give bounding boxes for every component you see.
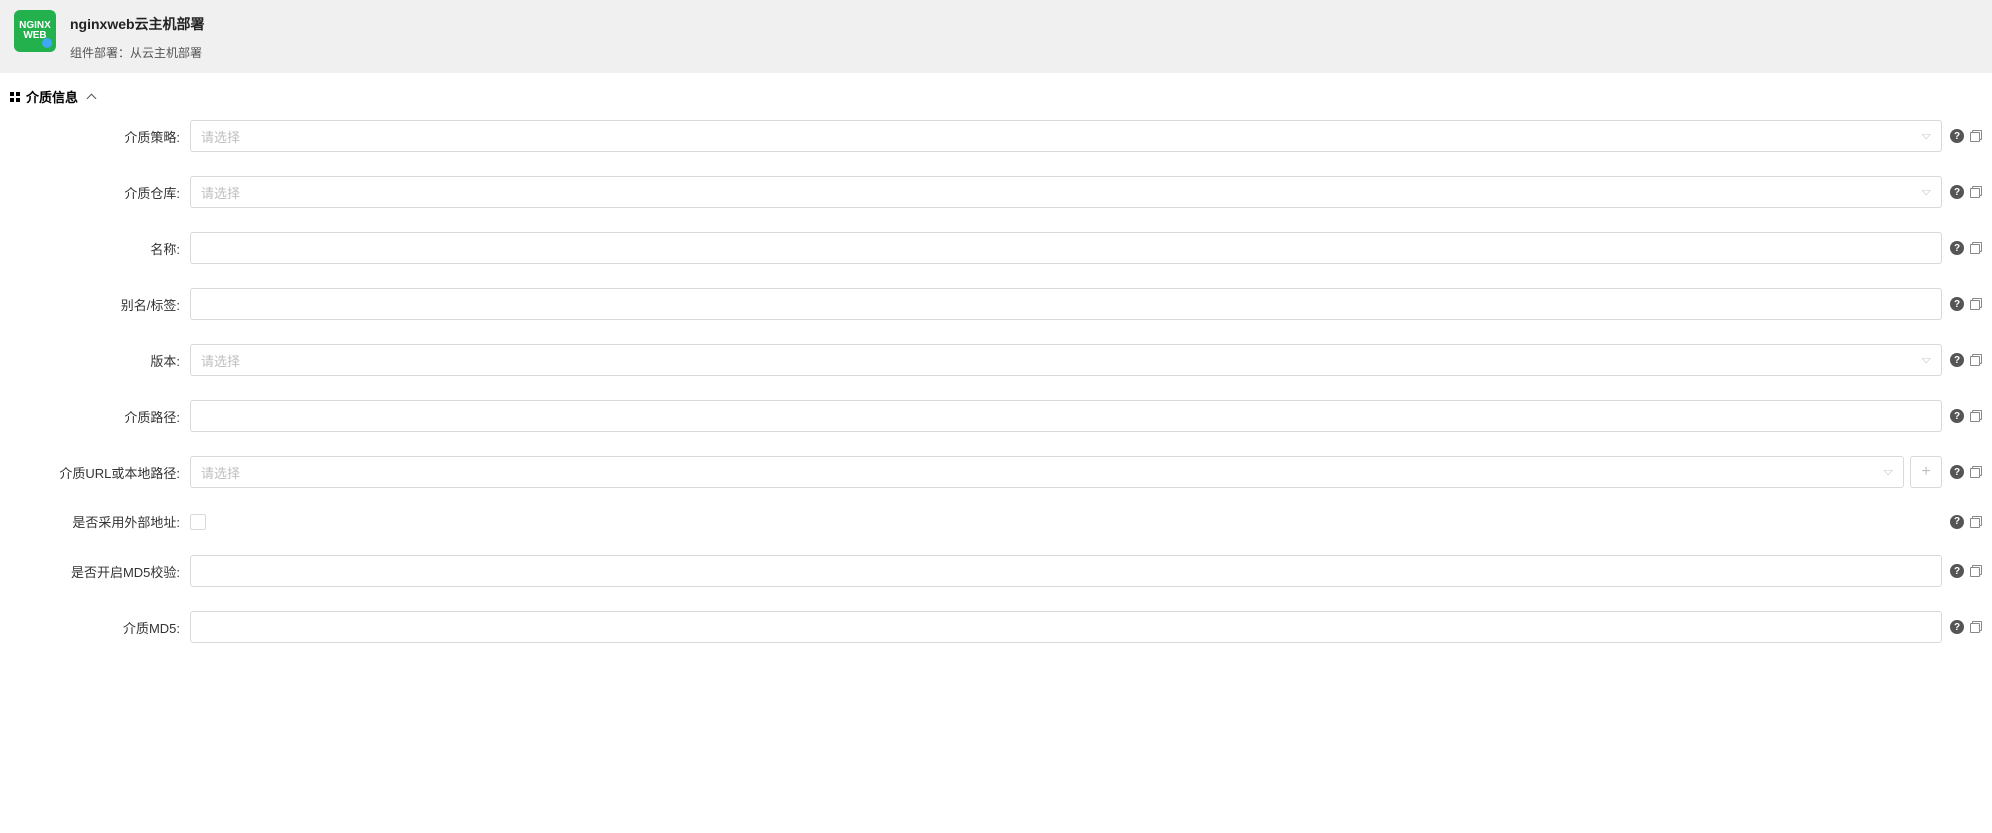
page-header: NGINX WEB nginxweb云主机部署 组件部署：从云主机部署 bbox=[0, 0, 1992, 73]
input-alias-wrapper bbox=[190, 288, 1942, 320]
input-media-md5-wrapper bbox=[190, 611, 1942, 643]
plus-icon: + bbox=[1921, 463, 1930, 481]
help-icon[interactable]: ? bbox=[1950, 409, 1964, 423]
help-icon[interactable]: ? bbox=[1950, 620, 1964, 634]
help-icon[interactable]: ? bbox=[1950, 465, 1964, 479]
input-media-path-wrapper bbox=[190, 400, 1942, 432]
copy-icon[interactable] bbox=[1970, 130, 1982, 142]
row-media-repo: 介质仓库: 请选择 ▽ ? bbox=[10, 176, 1982, 208]
chevron-down-icon: ▽ bbox=[1922, 356, 1931, 364]
copy-icon[interactable] bbox=[1970, 242, 1982, 254]
page-title: nginxweb云主机部署 bbox=[70, 14, 205, 34]
input-media-path[interactable] bbox=[201, 401, 1931, 431]
row-alias: 别名/标签: ? bbox=[10, 288, 1982, 320]
app-icon: NGINX WEB bbox=[14, 10, 56, 52]
input-name[interactable] bbox=[201, 233, 1931, 263]
chevron-down-icon: ▽ bbox=[1884, 468, 1893, 476]
select-version[interactable]: 请选择 ▽ bbox=[190, 344, 1942, 376]
copy-icon[interactable] bbox=[1970, 516, 1982, 528]
copy-icon[interactable] bbox=[1970, 354, 1982, 366]
row-media-url: 介质URL或本地路径: 请选择 ▽ + ? bbox=[10, 456, 1982, 488]
label-name: 名称: bbox=[10, 239, 190, 258]
chevron-down-icon: ▽ bbox=[1922, 132, 1931, 140]
input-enable-md5[interactable] bbox=[201, 556, 1931, 586]
row-media-md5: 介质MD5: ? bbox=[10, 611, 1982, 643]
copy-icon[interactable] bbox=[1970, 298, 1982, 310]
label-media-path: 介质路径: bbox=[10, 407, 190, 426]
help-icon[interactable]: ? bbox=[1950, 129, 1964, 143]
input-media-md5[interactable] bbox=[201, 612, 1931, 642]
help-icon[interactable]: ? bbox=[1950, 353, 1964, 367]
page-subtitle: 组件部署：从云主机部署 bbox=[70, 44, 205, 61]
copy-icon[interactable] bbox=[1970, 565, 1982, 577]
checkbox-use-external[interactable] bbox=[190, 514, 206, 530]
label-alias: 别名/标签: bbox=[10, 295, 190, 314]
label-media-md5: 介质MD5: bbox=[10, 618, 190, 637]
section-header[interactable]: 介质信息 bbox=[0, 73, 1992, 116]
chevron-up-icon bbox=[86, 92, 96, 102]
grid-icon bbox=[10, 92, 20, 102]
select-media-repo[interactable]: 请选择 ▽ bbox=[190, 176, 1942, 208]
row-version: 版本: 请选择 ▽ ? bbox=[10, 344, 1982, 376]
form-area: 介质策略: 请选择 ▽ ? 介质仓库: 请选择 ▽ ? 名称: bbox=[0, 116, 1992, 687]
app-icon-badge bbox=[42, 38, 52, 48]
label-version: 版本: bbox=[10, 351, 190, 370]
section-title: 介质信息 bbox=[26, 87, 78, 106]
help-icon[interactable]: ? bbox=[1950, 564, 1964, 578]
help-icon[interactable]: ? bbox=[1950, 515, 1964, 529]
input-name-wrapper bbox=[190, 232, 1942, 264]
input-enable-md5-wrapper bbox=[190, 555, 1942, 587]
select-media-strategy[interactable]: 请选择 ▽ bbox=[190, 120, 1942, 152]
label-media-repo: 介质仓库: bbox=[10, 183, 190, 202]
header-texts: nginxweb云主机部署 组件部署：从云主机部署 bbox=[70, 10, 205, 61]
row-use-external: 是否采用外部地址: ? bbox=[10, 512, 1982, 531]
row-media-strategy: 介质策略: 请选择 ▽ ? bbox=[10, 120, 1982, 152]
label-media-strategy: 介质策略: bbox=[10, 127, 190, 146]
copy-icon[interactable] bbox=[1970, 410, 1982, 422]
input-alias[interactable] bbox=[201, 289, 1931, 319]
help-icon[interactable]: ? bbox=[1950, 297, 1964, 311]
add-button[interactable]: + bbox=[1910, 456, 1942, 488]
copy-icon[interactable] bbox=[1970, 621, 1982, 633]
help-icon[interactable]: ? bbox=[1950, 185, 1964, 199]
row-media-path: 介质路径: ? bbox=[10, 400, 1982, 432]
copy-icon[interactable] bbox=[1970, 186, 1982, 198]
copy-icon[interactable] bbox=[1970, 466, 1982, 478]
chevron-down-icon: ▽ bbox=[1922, 188, 1931, 196]
label-use-external: 是否采用外部地址: bbox=[10, 512, 190, 531]
help-icon[interactable]: ? bbox=[1950, 241, 1964, 255]
row-name: 名称: ? bbox=[10, 232, 1982, 264]
label-media-url: 介质URL或本地路径: bbox=[10, 463, 190, 482]
label-enable-md5: 是否开启MD5校验: bbox=[10, 562, 190, 581]
select-media-url[interactable]: 请选择 ▽ bbox=[190, 456, 1904, 488]
row-enable-md5: 是否开启MD5校验: ? bbox=[10, 555, 1982, 587]
